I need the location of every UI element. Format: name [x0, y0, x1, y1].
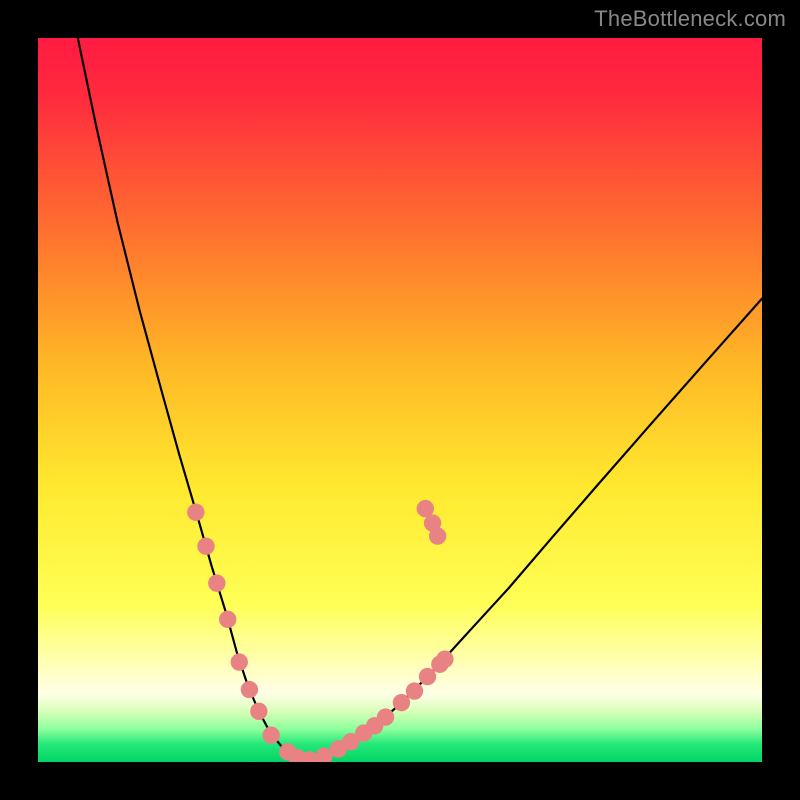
marker-point: [231, 653, 248, 670]
marker-point: [219, 611, 236, 628]
marker-point: [406, 682, 423, 699]
marker-point: [436, 651, 453, 668]
marker-point: [377, 708, 394, 725]
marker-point: [197, 538, 214, 555]
marker-point: [250, 703, 267, 720]
marker-point: [393, 694, 410, 711]
marker-point: [262, 727, 279, 744]
attribution-watermark: TheBottleneck.com: [594, 6, 786, 32]
highlighted-markers: [38, 38, 762, 762]
marker-point: [241, 681, 258, 698]
marker-point: [208, 574, 225, 591]
marker-point: [429, 527, 446, 544]
chart-container: TheBottleneck.com: [0, 0, 800, 800]
plot-area: [38, 38, 762, 762]
marker-point: [187, 504, 204, 521]
marker-point: [419, 668, 436, 685]
